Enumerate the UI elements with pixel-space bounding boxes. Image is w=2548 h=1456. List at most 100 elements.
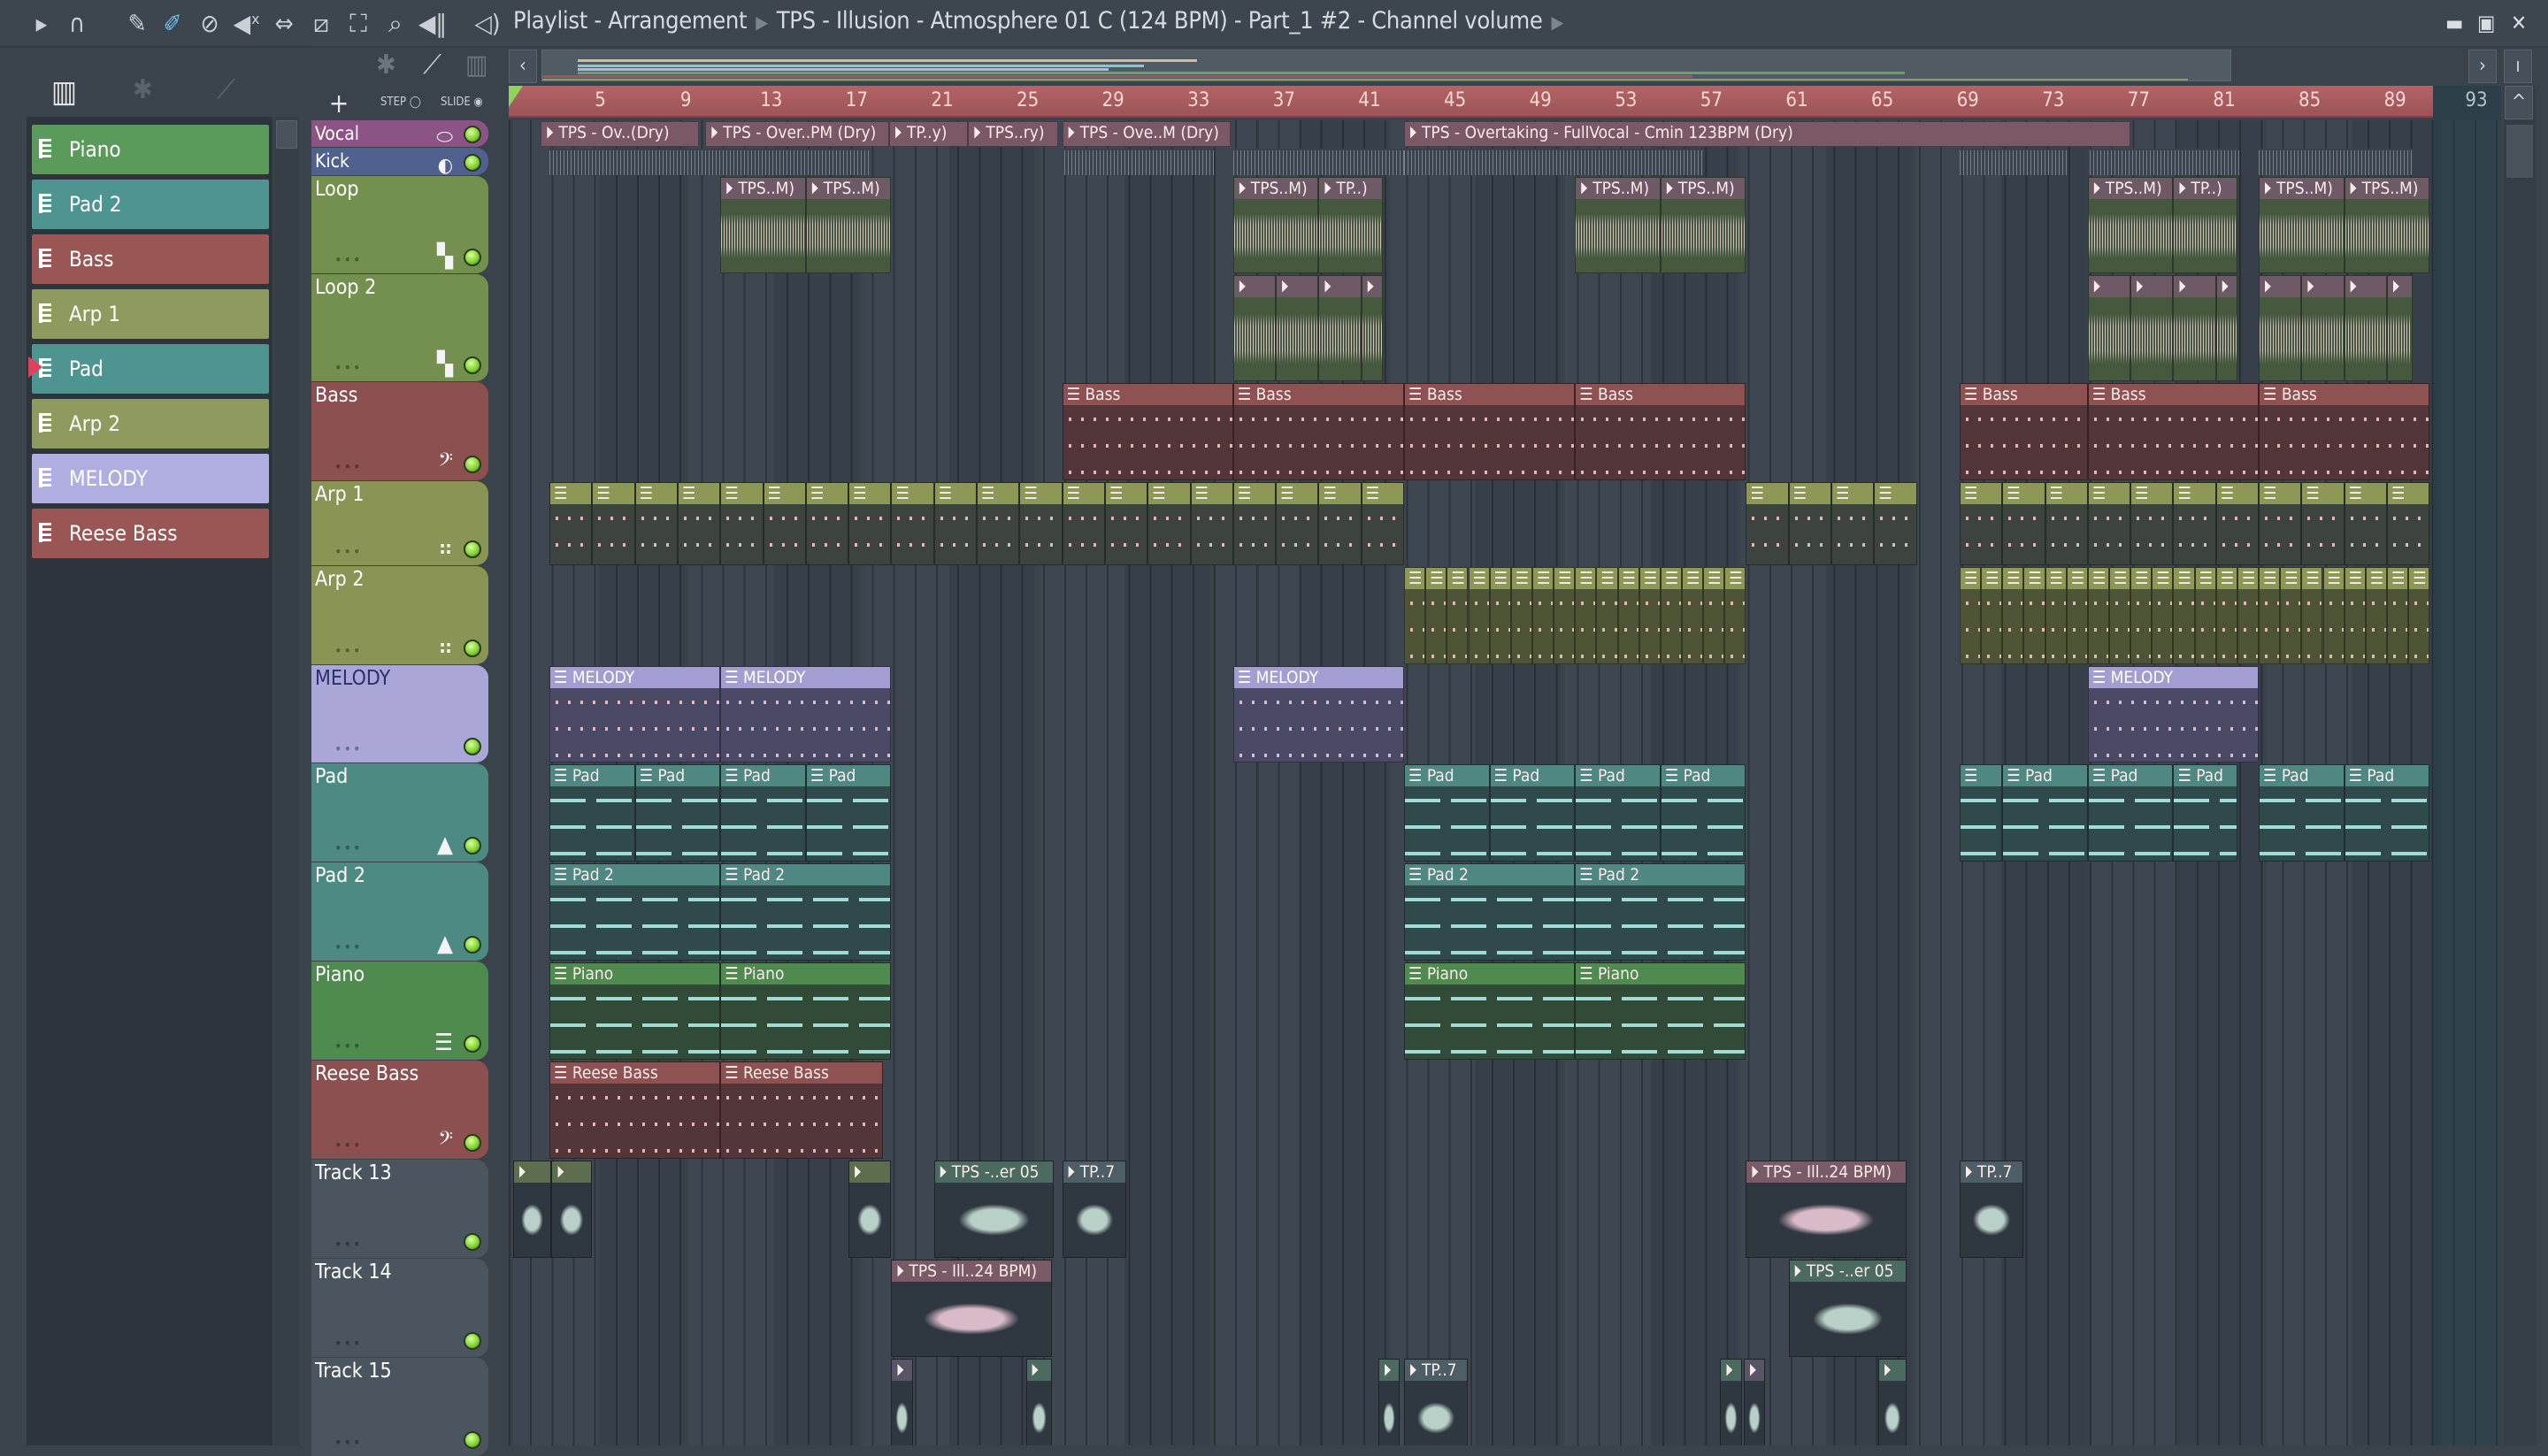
clip-header[interactable]: ☰ xyxy=(1960,483,2002,504)
breadcrumb-channel[interactable]: TPS - Illusion - Atmosphere 01 C (124 BP… xyxy=(777,7,1543,34)
clip-header[interactable]: ☰ Piano xyxy=(1405,963,1575,985)
clip-header[interactable]: ☰ Bass xyxy=(1960,384,2087,405)
clip-header[interactable]: ⏵ xyxy=(1277,276,1318,297)
clip-header[interactable]: ⏵ TP..y) xyxy=(890,122,968,143)
clip[interactable]: ☰ Pad xyxy=(2087,764,2174,862)
clip-header[interactable]: ☰ xyxy=(2195,568,2215,589)
clip-header[interactable]: ⏵ xyxy=(1026,1360,1051,1381)
clip-header[interactable]: ☰ xyxy=(1233,483,1276,504)
clip-header[interactable]: ⏵ TPS..M) xyxy=(1576,178,1660,199)
clip[interactable]: ☰ xyxy=(2215,482,2260,565)
clip[interactable]: ⏵ xyxy=(1378,1359,1401,1445)
clip[interactable] xyxy=(2090,149,2240,175)
clip-header[interactable]: ☰ xyxy=(1020,483,1062,504)
clip-header[interactable]: ☰ xyxy=(1277,483,1318,504)
slip-icon[interactable]: ⇔ xyxy=(269,9,299,39)
clip[interactable]: ☰ xyxy=(933,482,978,565)
clip-header[interactable]: ☰ xyxy=(2323,568,2344,589)
clip-header[interactable]: ☰ MELODY xyxy=(1233,667,1404,688)
clip-header[interactable]: ☰ xyxy=(635,483,677,504)
clip[interactable]: ☰ Pad xyxy=(2002,764,2088,862)
clip[interactable]: ⏵ TPS - Ov..(Dry) xyxy=(541,121,700,147)
clip-header[interactable]: ⏵ TP..) xyxy=(1319,178,1382,199)
clip[interactable]: ⏵ TP..7 xyxy=(1959,1161,2024,1258)
clip[interactable]: ☰ xyxy=(2002,567,2024,664)
clip[interactable]: ☰ xyxy=(1788,482,1832,565)
clip-header[interactable]: ☰ xyxy=(550,483,592,504)
scrollbar-thumb[interactable] xyxy=(2506,125,2533,178)
clip-header[interactable]: ☰ xyxy=(1148,483,1190,504)
clip[interactable]: ⏵ TPS..M) xyxy=(2259,177,2345,273)
clip[interactable]: ☰ xyxy=(2173,567,2195,664)
clip[interactable]: ☰ Pad xyxy=(805,764,892,862)
clip-header[interactable]: ☰ Pad 2 xyxy=(721,864,891,885)
automation-icon[interactable]: ⟋ xyxy=(217,74,235,105)
clip[interactable]: ☰ MELODY xyxy=(2087,666,2260,762)
clip-header[interactable]: ☰ Pad xyxy=(806,765,891,786)
clip[interactable] xyxy=(1232,149,1405,175)
clip-header[interactable]: ☰ xyxy=(2024,568,2045,589)
clip[interactable]: ☰ xyxy=(2109,567,2131,664)
clip[interactable]: ⏵ TPS..M) xyxy=(720,177,806,273)
clip-header[interactable]: ☰ xyxy=(1426,568,1447,589)
clip[interactable]: ☰ Pad xyxy=(549,764,635,862)
vertical-scrollbar[interactable]: ^ xyxy=(2504,86,2536,1445)
paint-brush-icon[interactable]: ✐ xyxy=(157,9,188,39)
scrollbar-thumb[interactable] xyxy=(276,120,297,149)
track-options-icon[interactable]: ••• xyxy=(334,1038,362,1054)
clip-header[interactable]: ☰ xyxy=(1532,568,1554,589)
clip-header[interactable]: ☰ Pad xyxy=(1661,765,1746,786)
track-options-icon[interactable]: ••• xyxy=(334,251,362,268)
clip-header[interactable]: ☰ xyxy=(1725,568,1746,589)
track-enable-led[interactable] xyxy=(464,738,481,755)
clip-header[interactable]: ☰ Piano xyxy=(550,963,720,985)
clip-header[interactable]: ⏵ xyxy=(849,1161,891,1183)
clip[interactable]: ☰ xyxy=(549,482,593,565)
track-header[interactable]: Loop ••• ▚ xyxy=(311,176,488,273)
clip[interactable]: ⏵ xyxy=(2130,275,2174,381)
clip[interactable]: ☰ Pad 2 xyxy=(549,863,721,961)
picker-item[interactable]: Pad xyxy=(28,344,269,394)
clip-header[interactable]: ☰ xyxy=(806,483,848,504)
clip-header[interactable]: ☰ xyxy=(2088,483,2130,504)
clip-header[interactable]: ☰ xyxy=(1511,568,1531,589)
clip[interactable]: ☰ xyxy=(1746,482,1789,565)
clip-header[interactable]: ⏵ xyxy=(1879,1360,1906,1381)
track-header[interactable]: Arp 2 ••• ⠶ xyxy=(311,566,488,664)
clip-header[interactable]: ☰ xyxy=(1618,568,1639,589)
clip[interactable]: ☰ xyxy=(1724,567,1746,664)
clip[interactable]: ☰ xyxy=(1190,482,1233,565)
clip-header[interactable]: ⏵ xyxy=(1379,1360,1400,1381)
clip-header[interactable]: ☰ Bass xyxy=(2260,384,2429,405)
clip[interactable]: ☰ xyxy=(2322,567,2345,664)
track-enable-led[interactable] xyxy=(464,540,481,558)
playback-icon[interactable]: ◀‖ xyxy=(418,9,448,39)
picker-item[interactable]: Arp 1 xyxy=(32,289,269,339)
scroll-up-button[interactable]: ^ xyxy=(2505,86,2533,119)
clip-header[interactable]: ☰ xyxy=(2237,568,2259,589)
clip[interactable]: ☰ xyxy=(1318,482,1362,565)
clip-header[interactable]: ☰ Pad xyxy=(550,765,634,786)
clip-header[interactable]: ⏵ xyxy=(514,1161,551,1183)
clip-header[interactable]: ☰ Bass xyxy=(1063,384,1232,405)
clip-header[interactable]: ⏵ xyxy=(1233,276,1276,297)
clip-header[interactable]: ⏵ TP..7 xyxy=(1405,1360,1468,1381)
clip-header[interactable]: ☰ xyxy=(1683,568,1703,589)
clip[interactable]: ⏵ TPS - Ove..M (Dry) xyxy=(1062,121,1232,147)
clip[interactable]: ☰ xyxy=(1575,567,1597,664)
clip[interactable]: ⏵ xyxy=(891,1359,913,1445)
clip[interactable]: ⏵ xyxy=(1361,275,1383,381)
scroll-right-button[interactable]: › xyxy=(2468,50,2497,83)
clip[interactable]: ⏵ TPS..M) xyxy=(2087,177,2174,273)
clip[interactable]: ☰ Pad xyxy=(720,764,806,862)
clip[interactable]: ☰ xyxy=(1617,567,1639,664)
clip[interactable]: ☰ xyxy=(1104,482,1148,565)
clip[interactable]: ⏵ TPS..ry) xyxy=(968,121,1058,147)
clip[interactable]: ☰ xyxy=(1703,567,1725,664)
clip[interactable]: ☰ xyxy=(891,482,934,565)
track-enable-led[interactable] xyxy=(464,1233,481,1251)
clip-header[interactable]: ☰ xyxy=(2366,568,2386,589)
clip[interactable]: ☰ Bass xyxy=(2259,383,2430,480)
clip[interactable]: ☰ xyxy=(2152,567,2174,664)
playlist-overview[interactable] xyxy=(541,50,2231,81)
